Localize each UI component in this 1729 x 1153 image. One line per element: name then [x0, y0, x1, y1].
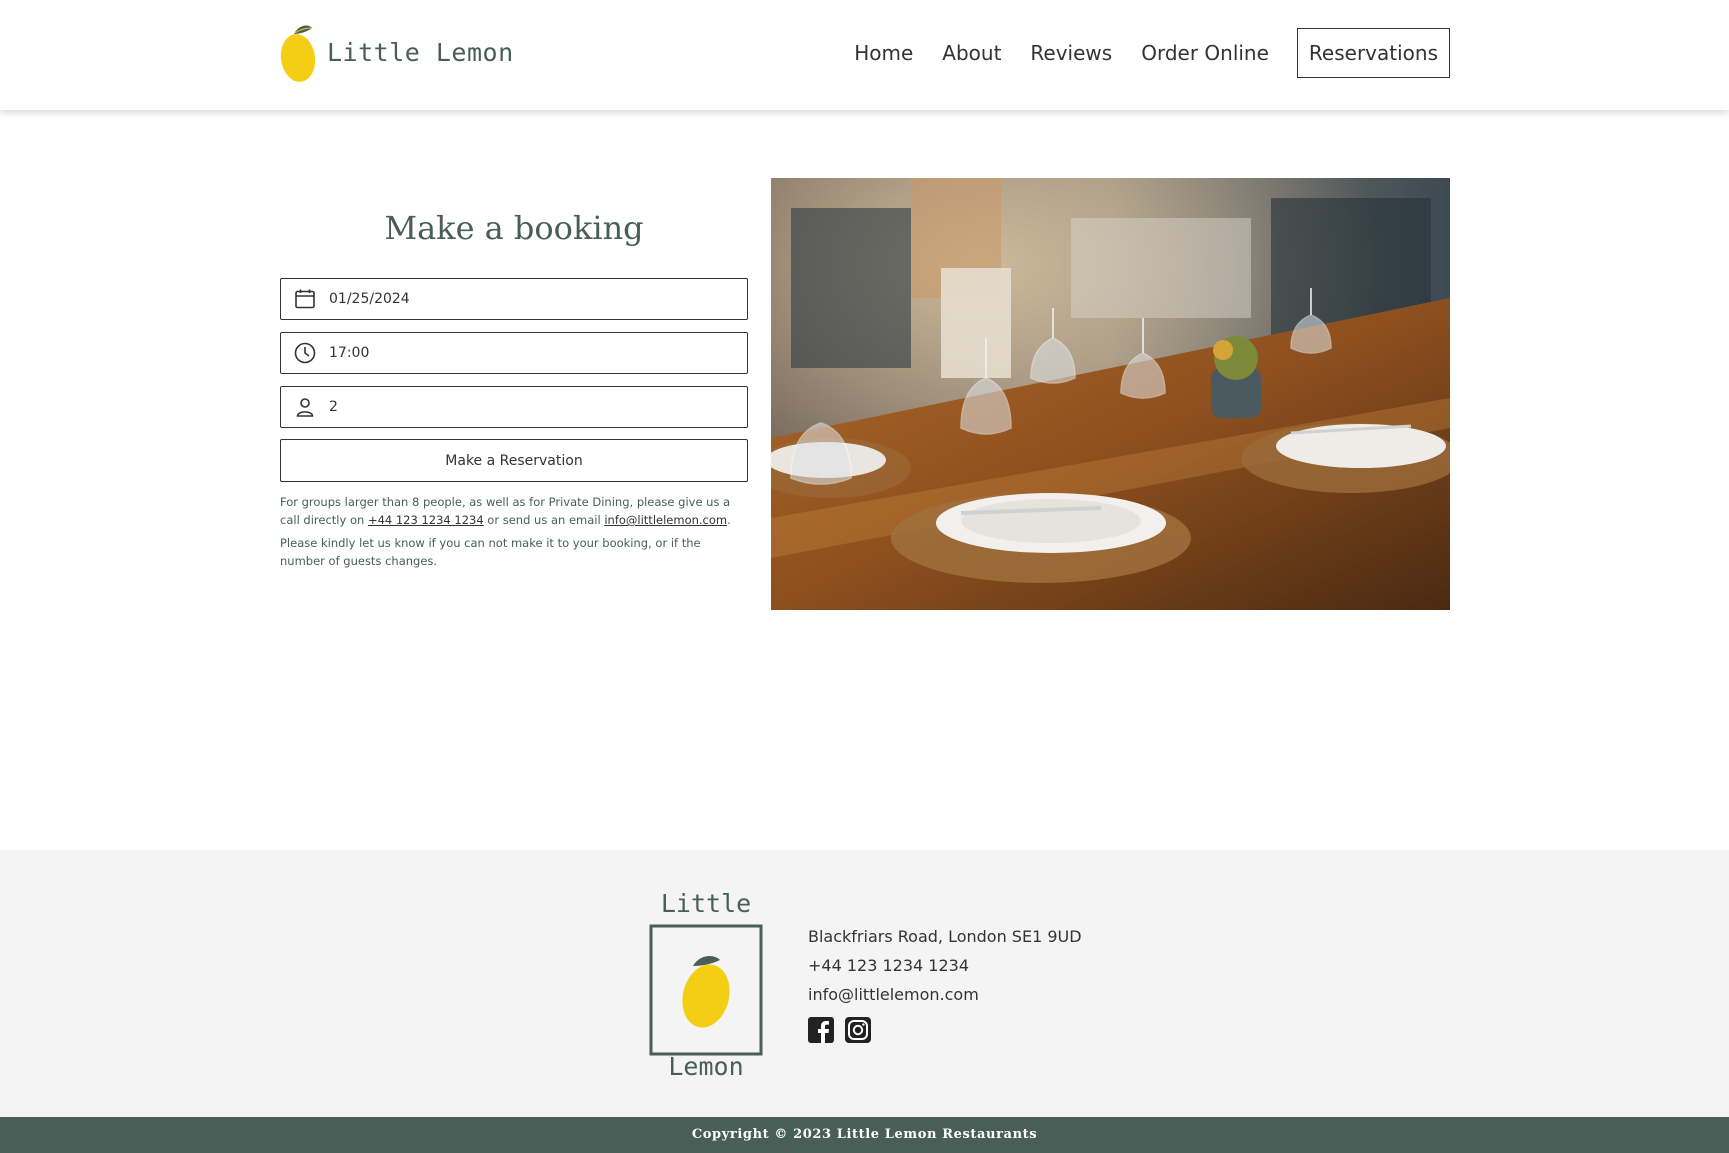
note-text: .	[727, 513, 731, 527]
site-header: Little Lemon Home About Reviews Order On…	[0, 0, 1729, 110]
facebook-icon[interactable]	[808, 1017, 834, 1043]
footer-phone[interactable]: +44 123 1234 1234	[808, 951, 1082, 980]
footer-logo[interactable]: Little Lemon	[648, 884, 764, 1081]
phone-link[interactable]: +44 123 1234 1234	[368, 513, 484, 527]
note-text: or send us an email	[483, 513, 605, 527]
nav-reviews[interactable]: Reviews	[1030, 41, 1112, 65]
site-footer: Little Lemon Blackfriars Road, London SE…	[0, 850, 1729, 1117]
booking-note-changes: Please kindly let us know if you can not…	[280, 536, 701, 568]
time-field[interactable]	[280, 332, 748, 374]
user-icon	[281, 387, 329, 427]
footer-contact: Blackfriars Road, London SE1 9UD +44 123…	[808, 922, 1082, 1043]
date-input[interactable]	[329, 280, 729, 318]
nav-home[interactable]: Home	[854, 41, 913, 65]
calendar-icon	[281, 279, 329, 319]
make-reservation-button[interactable]: Make a Reservation	[280, 439, 748, 482]
date-field[interactable]	[280, 278, 748, 320]
footer-address: Blackfriars Road, London SE1 9UD	[808, 927, 1082, 946]
lemon-icon	[682, 956, 730, 1028]
nav-order-online[interactable]: Order Online	[1141, 41, 1269, 65]
copyright-bar: Copyright © 2023 Little Lemon Restaurant…	[0, 1117, 1729, 1153]
footer-logo-bottom-text: Lemon	[668, 1052, 743, 1080]
guests-input[interactable]	[329, 388, 729, 426]
email-link[interactable]: info@littlelemon.com	[604, 513, 727, 527]
nav-about[interactable]: About	[942, 41, 1001, 65]
footer-email[interactable]: info@littlelemon.com	[808, 980, 1082, 1009]
clock-icon	[281, 333, 329, 373]
time-input[interactable]	[329, 334, 729, 372]
instagram-icon[interactable]	[845, 1017, 871, 1043]
nav-reservations[interactable]: Reservations	[1296, 28, 1450, 78]
page-title: Make a booking	[384, 209, 644, 247]
lemon-logo-icon	[280, 25, 316, 82]
footer-logo-top-text: Little	[661, 889, 751, 918]
booking-form: Make a booking Ma	[280, 178, 748, 570]
social-links	[808, 1017, 1082, 1043]
brand-name: Little Lemon	[327, 37, 514, 67]
header-logo[interactable]: Little Lemon	[279, 20, 514, 84]
main-nav: Home About Reviews Order Online Reservat…	[825, 28, 1450, 78]
restaurant-table-image	[771, 178, 1450, 610]
booking-note-groups: For groups larger than 8 people, as well…	[280, 493, 748, 529]
guests-field[interactable]	[280, 386, 748, 428]
